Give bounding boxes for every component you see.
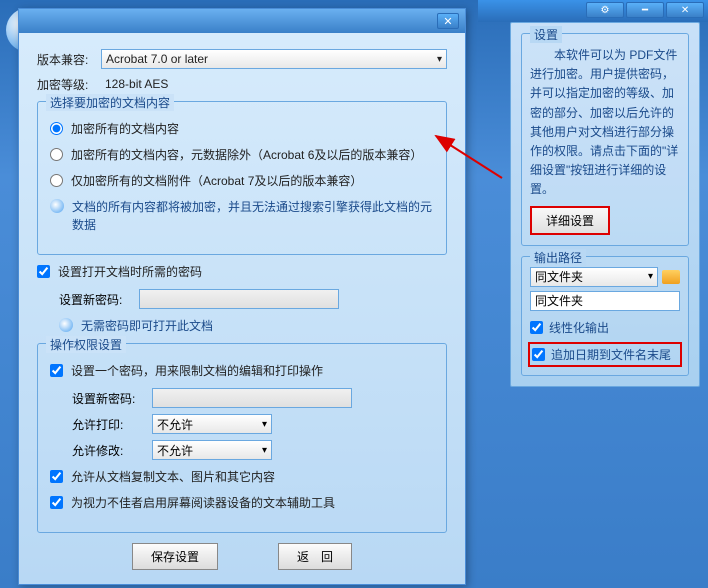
enc-opt3-radio[interactable] — [50, 174, 63, 187]
save-button[interactable]: 保存设置 — [132, 543, 218, 570]
minimize-button[interactable]: ━ — [626, 2, 664, 18]
perm-pwd-label: 设置新密码: — [72, 390, 144, 407]
append-date-label: 追加日期到文件名末尾 — [551, 346, 671, 363]
perm-pwd-input[interactable] — [152, 388, 352, 408]
folder-icon[interactable] — [662, 270, 680, 284]
info-icon — [50, 199, 64, 213]
settings-icon[interactable]: ⚙ — [586, 2, 624, 18]
enc-opt1-label: 加密所有的文档内容 — [71, 120, 179, 138]
perm-group-title: 操作权限设置 — [46, 336, 126, 353]
openpwd-input[interactable] — [139, 289, 339, 309]
allow-screen-checkbox[interactable] — [50, 496, 63, 509]
enc-opt2-row[interactable]: 加密所有的文档内容，元数据除外（Acrobat 6及以后的版本兼容） — [50, 146, 434, 164]
level-label: 加密等级: — [37, 76, 101, 93]
append-date-checkbox[interactable] — [532, 348, 545, 361]
allow-screen-row[interactable]: 为视力不佳者启用屏幕阅读器设备的文本辅助工具 — [50, 494, 434, 512]
allow-copy-checkbox[interactable] — [50, 470, 63, 483]
allow-copy-label: 允许从文档复制文本、图片和其它内容 — [71, 468, 275, 486]
settings-title: 设置 — [530, 26, 562, 43]
dialog-body: 版本兼容: Acrobat 7.0 or later 加密等级: 128-bit… — [19, 33, 465, 584]
dialog-button-row: 保存设置 返 回 — [37, 543, 447, 570]
output-combo[interactable]: 同文件夹 — [530, 267, 658, 287]
enc-opt3-label: 仅加密所有的文档附件（Acrobat 7及以后的版本兼容） — [71, 172, 362, 190]
enc-info-row: 文档的所有内容都将被加密，并且无法通过搜索引擎获得此文档的元数据 — [50, 198, 434, 234]
openpwd-checkbox[interactable] — [37, 265, 50, 278]
modify-combo[interactable]: 不允许 — [152, 440, 272, 460]
settings-section: 设置 本软件可以为 PDF文件进行加密。用户提供密码，并可以指定加密的等级、加密… — [521, 33, 689, 246]
close-button[interactable]: ✕ — [666, 2, 704, 18]
allow-copy-row[interactable]: 允许从文档复制文本、图片和其它内容 — [50, 468, 434, 486]
permission-group: 操作权限设置 设置一个密码，用来限制文档的编辑和打印操作 设置新密码: 允许打印… — [37, 343, 447, 533]
print-label: 允许打印: — [72, 416, 144, 433]
openpwd-info-text: 无需密码即可打开此文档 — [81, 317, 213, 335]
enc-group-title: 选择要加密的文档内容 — [46, 94, 174, 111]
dialog-close-button[interactable]: ✕ — [437, 13, 459, 29]
linearize-checkbox[interactable] — [530, 321, 543, 334]
help-text: 本软件可以为 PDF文件进行加密。用户提供密码，并可以指定加密的等级、加密的部分… — [530, 46, 680, 200]
openpwd-row[interactable]: 设置打开文档时所需的密码 — [37, 263, 447, 281]
append-date-row: 追加日期到文件名末尾 — [530, 344, 680, 365]
output-section: 输出路径 同文件夹 线性化输出 追加日期到文件名末尾 — [521, 256, 689, 376]
enc-opt1-radio[interactable] — [50, 122, 63, 135]
linearize-label: 线性化输出 — [549, 319, 609, 336]
back-button[interactable]: 返 回 — [278, 543, 352, 570]
output-title: 输出路径 — [530, 249, 586, 266]
enc-opt1-row[interactable]: 加密所有的文档内容 — [50, 120, 434, 138]
print-combo[interactable]: 不允许 — [152, 414, 272, 434]
encryption-dialog: ✕ 版本兼容: Acrobat 7.0 or later 加密等级: 128-b… — [18, 8, 466, 585]
detail-settings-button[interactable]: 详细设置 — [530, 206, 610, 235]
openpwd-input-label: 设置新密码: — [59, 291, 131, 308]
openpwd-info-row: 无需密码即可打开此文档 — [59, 317, 447, 335]
level-value: 128-bit AES — [101, 75, 447, 93]
modify-label: 允许修改: — [72, 442, 144, 459]
info-icon — [59, 318, 73, 332]
enc-opt3-row[interactable]: 仅加密所有的文档附件（Acrobat 7及以后的版本兼容） — [50, 172, 434, 190]
perm-chk-row[interactable]: 设置一个密码，用来限制文档的编辑和打印操作 — [50, 362, 434, 380]
perm-checkbox[interactable] — [50, 364, 63, 377]
enc-opt2-label: 加密所有的文档内容，元数据除外（Acrobat 6及以后的版本兼容） — [71, 146, 422, 164]
perm-chk-label: 设置一个密码，用来限制文档的编辑和打印操作 — [71, 362, 323, 380]
encryption-content-group: 选择要加密的文档内容 加密所有的文档内容 加密所有的文档内容，元数据除外（Acr… — [37, 101, 447, 255]
openpwd-label: 设置打开文档时所需的密码 — [58, 263, 202, 281]
linearize-row: 线性化输出 — [530, 319, 680, 336]
compat-label: 版本兼容: — [37, 51, 101, 68]
output-path-input[interactable] — [530, 291, 680, 311]
compat-combo[interactable]: Acrobat 7.0 or later — [101, 49, 447, 69]
allow-screen-label: 为视力不佳者启用屏幕阅读器设备的文本辅助工具 — [71, 494, 335, 512]
window-titlebar: ⚙ ━ ✕ — [478, 0, 708, 22]
dialog-titlebar: ✕ — [19, 9, 465, 33]
enc-opt2-radio[interactable] — [50, 148, 63, 161]
side-panel: 设置 本软件可以为 PDF文件进行加密。用户提供密码，并可以指定加密的等级、加密… — [510, 22, 700, 387]
enc-info-text: 文档的所有内容都将被加密，并且无法通过搜索引擎获得此文档的元数据 — [72, 198, 434, 234]
